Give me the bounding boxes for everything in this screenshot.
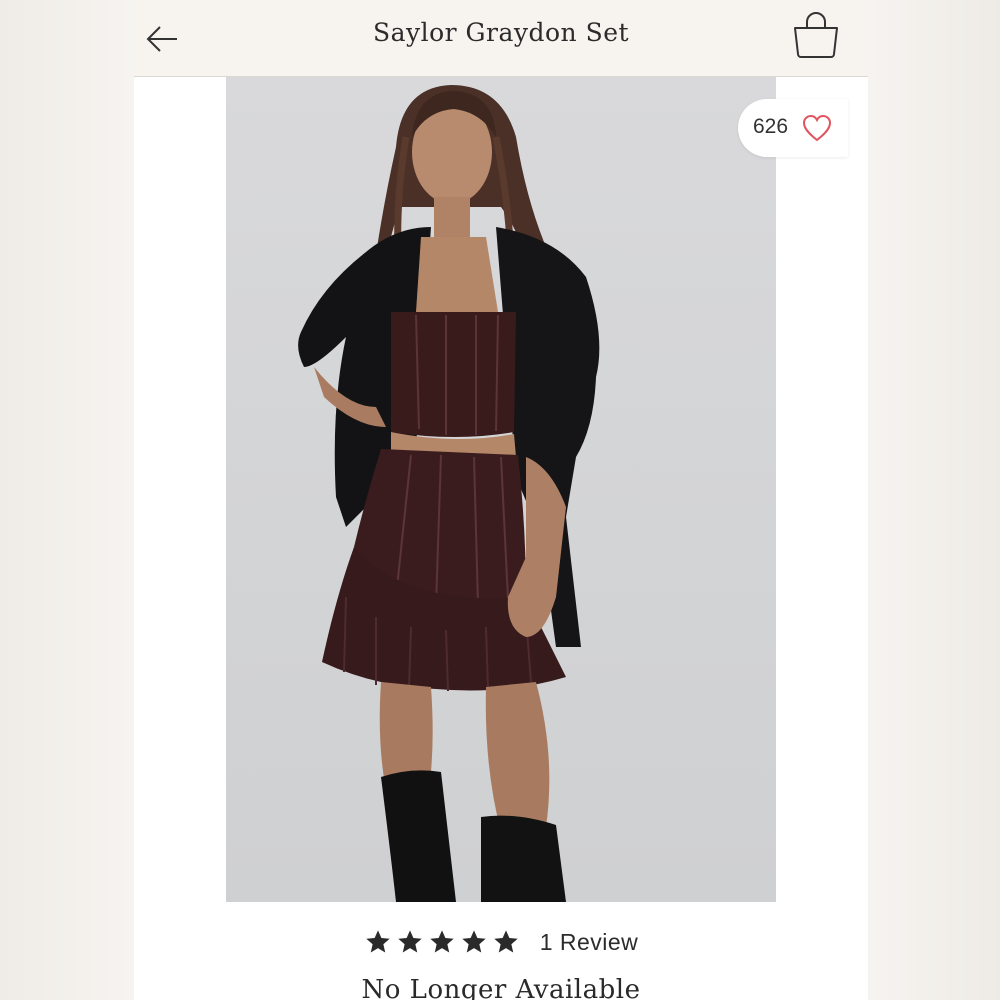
model-illustration: [298, 85, 600, 902]
rating-stars: [364, 928, 520, 956]
shopping-bag-button[interactable]: [790, 10, 842, 62]
star-icon: [430, 930, 454, 953]
heart-outline-icon: [802, 114, 832, 142]
star-icon: [462, 930, 486, 953]
app-screen: Saylor Graydon Set 626 1 Review No Longe…: [134, 0, 868, 1000]
right-background: [868, 0, 1000, 1000]
product-photo[interactable]: [226, 77, 776, 902]
availability-status: No Longer Available: [361, 975, 641, 1000]
star-icon: [366, 930, 390, 953]
left-background: [0, 0, 134, 1000]
shopping-bag-icon: [794, 12, 838, 58]
reviews-link[interactable]: 1 Review: [540, 929, 639, 956]
favorite-count: 626: [753, 115, 789, 138]
favorite-button[interactable]: 626: [738, 99, 848, 157]
star-icon: [398, 930, 422, 953]
page-title: Saylor Graydon Set: [372, 18, 630, 47]
rating-row: 1 Review: [134, 922, 868, 962]
star-icon: [494, 930, 518, 953]
top-nav-bar: Saylor Graydon Set: [134, 0, 868, 77]
